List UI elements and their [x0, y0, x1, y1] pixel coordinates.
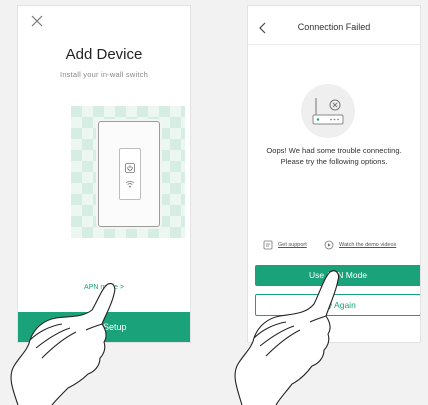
page-title: Connection Failed — [297, 22, 371, 32]
watch-demo-videos-label: Watch the demo videos — [339, 242, 397, 248]
page-subtitle: Install your in-wall switch — [60, 70, 148, 79]
get-support-label: Get support — [278, 242, 307, 248]
power-icon — [125, 163, 135, 173]
page-title: Add Device — [65, 46, 143, 63]
error-message: Oops! We had some trouble connecting. Pl… — [254, 146, 414, 167]
wifi-icon — [125, 180, 135, 188]
get-support-link[interactable]: Get support — [263, 239, 307, 251]
try-again-button[interactable]: Try Again — [255, 294, 420, 316]
switch-illustration — [71, 106, 185, 238]
switch-rocker — [119, 148, 141, 200]
connection-failed-screen: Connection Failed Oops! We had some trou… — [248, 6, 420, 342]
router-error-icon — [312, 98, 344, 125]
wall-plate — [98, 121, 160, 227]
error-message-line2: Please try the following options. — [280, 156, 388, 166]
play-circle-icon — [324, 240, 334, 250]
use-apn-mode-button[interactable]: Use APN Mode — [255, 265, 420, 286]
start-setup-button[interactable]: Start Setup — [18, 312, 190, 342]
apn-mode-link[interactable]: APN mode > — [18, 284, 190, 291]
watch-demo-videos-link[interactable]: Watch the demo videos — [324, 239, 396, 251]
error-message-line1: Oops! We had some trouble connecting. — [266, 146, 402, 155]
close-icon[interactable] — [28, 12, 46, 30]
header-divider — [248, 44, 420, 45]
add-device-screen: Add Device Install your in-wall switch A… — [18, 6, 190, 342]
document-icon — [263, 240, 273, 250]
router-error-illustration — [301, 84, 355, 138]
